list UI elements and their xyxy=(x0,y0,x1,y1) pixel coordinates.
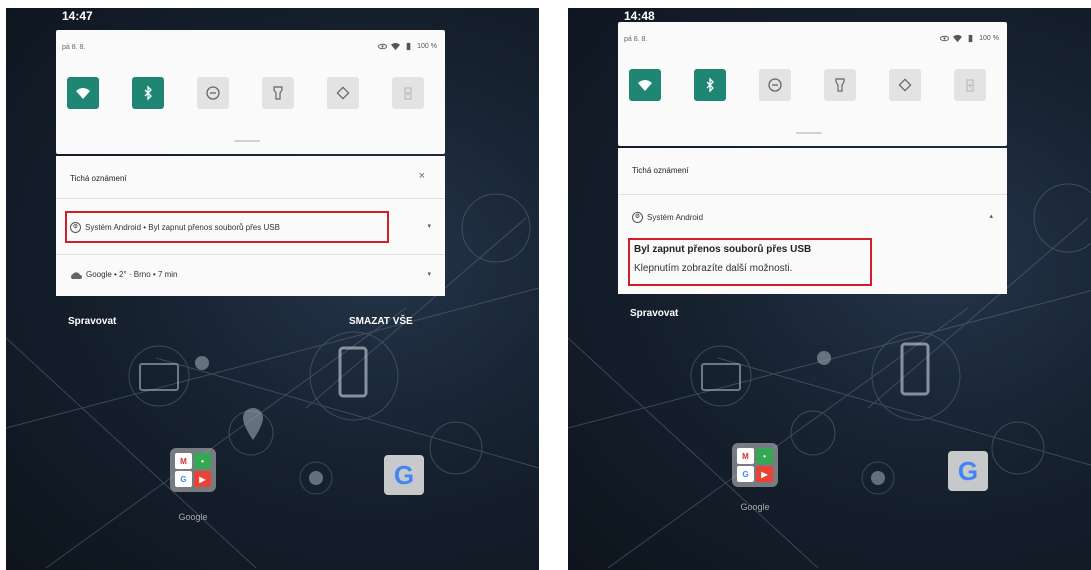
date-label: pá 8. 8. xyxy=(624,36,648,43)
clear-all-button[interactable]: SMAZAT VŠE xyxy=(349,316,413,327)
tile-wifi[interactable] xyxy=(629,69,661,101)
chevron-down-icon[interactable]: ▾ xyxy=(427,270,431,278)
quick-tiles xyxy=(67,77,457,109)
auto-rotate-icon xyxy=(898,78,912,92)
notification-header: Tichá oznámení xyxy=(70,174,127,183)
google-notification-text: Google • 2° · Brno • 7 min xyxy=(86,270,178,279)
tile-flashlight[interactable] xyxy=(824,69,856,101)
tile-do-not-disturb[interactable] xyxy=(197,77,229,109)
tile-auto-rotate[interactable] xyxy=(327,77,359,109)
divider xyxy=(56,198,445,199)
bluetooth-icon xyxy=(144,85,152,101)
cloud-icon xyxy=(71,271,82,279)
wifi-signal-icon xyxy=(953,34,963,43)
manage-button[interactable]: Spravovat xyxy=(68,316,116,327)
quick-settings-panel: pá 8. 8. 100 % xyxy=(56,30,445,154)
android-system-icon: ⚙ xyxy=(632,212,643,223)
gmail-icon: M xyxy=(737,448,754,464)
battery-saver-icon xyxy=(966,79,974,92)
google-folder[interactable]: M • G ▶ xyxy=(170,448,216,492)
tile-bluetooth[interactable] xyxy=(132,77,164,109)
wifi-signal-icon xyxy=(391,42,401,51)
highlight-box xyxy=(65,211,389,243)
do-not-disturb-icon xyxy=(768,78,782,92)
bluetooth-icon xyxy=(706,77,714,93)
flashlight-icon xyxy=(273,86,283,100)
google-app-icon[interactable]: G xyxy=(384,455,424,495)
manage-button[interactable]: Spravovat xyxy=(630,308,678,319)
do-not-disturb-icon xyxy=(206,86,220,100)
tile-wifi[interactable] xyxy=(67,77,99,109)
google-app-icon[interactable]: G xyxy=(948,451,988,491)
status-clock: 14:48 xyxy=(624,9,655,23)
tile-battery-saver[interactable] xyxy=(392,77,424,109)
eye-icon xyxy=(378,43,388,50)
android-app-name: Systém Android xyxy=(647,213,704,222)
battery-saver-icon xyxy=(404,87,412,100)
wifi-icon xyxy=(638,80,652,91)
youtube-icon: ▶ xyxy=(194,471,211,487)
folder-label: Google xyxy=(178,512,208,522)
youtube-icon: ▶ xyxy=(756,466,773,482)
drag-handle[interactable] xyxy=(234,140,260,142)
folder-label: Google xyxy=(740,502,770,512)
divider xyxy=(56,254,445,255)
auto-rotate-icon xyxy=(336,86,350,100)
chevron-down-icon[interactable]: ▾ xyxy=(427,222,431,230)
battery-percent: 100 % xyxy=(979,35,999,42)
notification-panel: Tichá oznámení × ⚙ Systém Android • Byl … xyxy=(56,156,445,296)
notification-panel: Tichá oznámení ⚙ Systém Android ▴ Byl za… xyxy=(618,148,1007,294)
gmail-icon: M xyxy=(175,453,192,469)
wifi-icon xyxy=(76,88,90,99)
google-icon: G xyxy=(175,471,192,487)
tile-auto-rotate[interactable] xyxy=(889,69,921,101)
notification-header: Tichá oznámení xyxy=(632,166,689,175)
status-icons: 100 % xyxy=(378,42,437,51)
quick-settings-panel: pá 8. 8. 100 % xyxy=(618,22,1007,146)
battery-icon xyxy=(968,34,973,43)
battery-percent: 100 % xyxy=(417,43,437,50)
tile-flashlight[interactable] xyxy=(262,77,294,109)
google-folder[interactable]: M • G ▶ xyxy=(732,443,778,487)
eye-icon xyxy=(940,35,950,42)
status-clock: 14:47 xyxy=(62,9,93,23)
google-notification-row[interactable]: Google • 2° · Brno • 7 min xyxy=(70,270,178,279)
tile-do-not-disturb[interactable] xyxy=(759,69,791,101)
quick-tiles xyxy=(629,69,1019,101)
android-notification-row[interactable]: ⚙ Systém Android xyxy=(632,212,703,223)
tile-battery-saver[interactable] xyxy=(954,69,986,101)
tile-bluetooth[interactable] xyxy=(694,69,726,101)
drag-handle[interactable] xyxy=(796,132,822,134)
maps-icon: • xyxy=(756,448,773,464)
date-label: pá 8. 8. xyxy=(62,44,86,51)
right-screenshot: 14:48 pá 8. 8. 100 % Tichá oznámení ⚙ Sy… xyxy=(568,8,1091,570)
highlight-box xyxy=(628,238,872,286)
google-icon: G xyxy=(737,466,754,482)
dismiss-icon[interactable]: × xyxy=(419,170,425,182)
maps-icon: • xyxy=(194,453,211,469)
left-screenshot: 14:47 pá 8. 8. 100 % Tichá oznámení × ⚙ … xyxy=(6,8,539,570)
status-icons: 100 % xyxy=(940,34,999,43)
divider xyxy=(618,194,1007,195)
battery-icon xyxy=(406,42,411,51)
flashlight-icon xyxy=(835,78,845,92)
chevron-up-icon[interactable]: ▴ xyxy=(989,212,993,220)
